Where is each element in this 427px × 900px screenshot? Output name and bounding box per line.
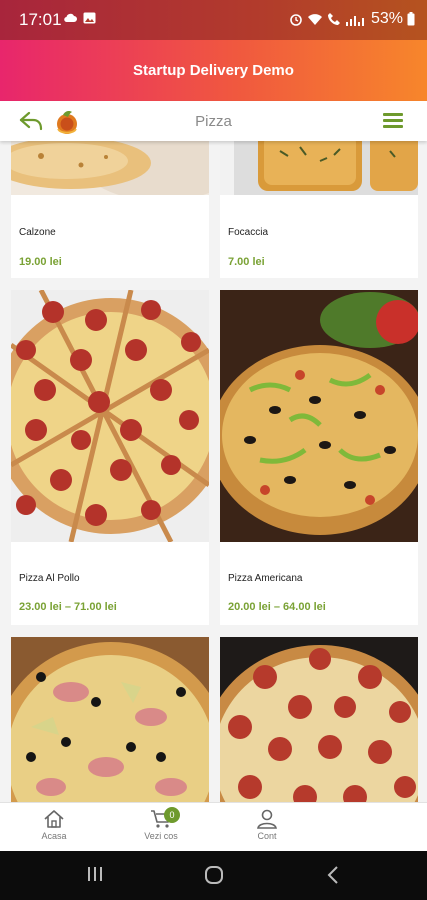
product-price: 19.00 lei <box>19 256 62 268</box>
status-bar: 17:01 53% <box>0 0 427 40</box>
product-image[interactable] <box>220 290 418 542</box>
alarm-icon <box>290 14 302 26</box>
status-time: 17:01 <box>19 10 62 29</box>
product-name[interactable]: Pizza Al Pollo <box>19 573 80 584</box>
product-card[interactable]: Focaccia 7.00 lei <box>220 141 418 278</box>
americana-pizza-photo <box>220 290 418 542</box>
product-card[interactable] <box>220 637 418 802</box>
image-icon <box>83 12 96 24</box>
battery-icon <box>407 12 415 26</box>
hamburger-menu-icon[interactable] <box>383 113 403 129</box>
product-image[interactable] <box>11 141 209 195</box>
product-image[interactable] <box>11 637 209 802</box>
product-card[interactable]: Calzone 19.00 lei <box>11 141 209 278</box>
status-right: 53% <box>289 10 415 28</box>
app-title: Startup Delivery Demo <box>133 62 294 79</box>
calzone-photo <box>11 141 209 195</box>
cart-count-badge: 0 <box>164 807 180 823</box>
category-navbar: Pizza <box>0 101 427 141</box>
status-left-icons <box>63 12 96 24</box>
battery-percent: 53% <box>370 10 403 27</box>
wifi-icon <box>307 13 322 25</box>
system-nav-bar <box>0 851 427 900</box>
app-header: 17:01 53% Startup Delivery Demo <box>0 0 427 101</box>
app-root: 17:01 53% Startup Delivery Demo Pizza Ca… <box>0 0 427 900</box>
product-grid: Calzone 19.00 lei Focaccia 7.00 lei Pizz… <box>0 141 427 802</box>
focaccia-photo <box>220 141 418 195</box>
tab-home[interactable]: Acasa <box>19 809 89 841</box>
tab-home-label: Acasa <box>41 831 67 841</box>
product-card[interactable]: Pizza Al Pollo 23.00 lei – 71.00 lei <box>11 290 209 625</box>
pepperoni-pizza-photo <box>11 290 209 542</box>
call-icon <box>327 13 340 25</box>
product-name[interactable]: Focaccia <box>228 227 268 238</box>
salami-pizza-photo <box>220 637 418 802</box>
home-button-icon[interactable] <box>204 865 224 885</box>
signal-icon <box>345 15 364 26</box>
product-image[interactable] <box>11 290 209 542</box>
product-image[interactable] <box>220 141 418 195</box>
product-card[interactable]: Pizza Americana 20.00 lei – 64.00 lei <box>220 290 418 625</box>
recent-apps-icon[interactable] <box>86 865 104 883</box>
back-nav-icon[interactable] <box>326 865 340 885</box>
product-price: 23.00 lei – 71.00 lei <box>19 601 117 613</box>
tab-cart-label: Vezi cos <box>144 831 178 841</box>
capricciosa-pizza-photo <box>11 637 209 802</box>
product-image[interactable] <box>220 637 418 802</box>
tab-account-label: Cont <box>257 831 277 841</box>
bottom-nav: Acasa 0 Vezi cos Cont <box>0 802 427 851</box>
page-title: Pizza <box>195 113 232 130</box>
cloud-icon <box>64 13 77 23</box>
user-icon <box>257 809 277 829</box>
tab-account[interactable]: Cont <box>232 809 302 841</box>
home-icon <box>44 810 64 828</box>
product-name[interactable]: Pizza Americana <box>228 573 302 584</box>
product-price: 7.00 lei <box>228 256 265 268</box>
tab-cart[interactable]: 0 Vezi cos <box>126 807 196 841</box>
product-price: 20.00 lei – 64.00 lei <box>228 601 326 613</box>
product-name[interactable]: Calzone <box>19 227 56 238</box>
product-card[interactable] <box>11 637 209 802</box>
